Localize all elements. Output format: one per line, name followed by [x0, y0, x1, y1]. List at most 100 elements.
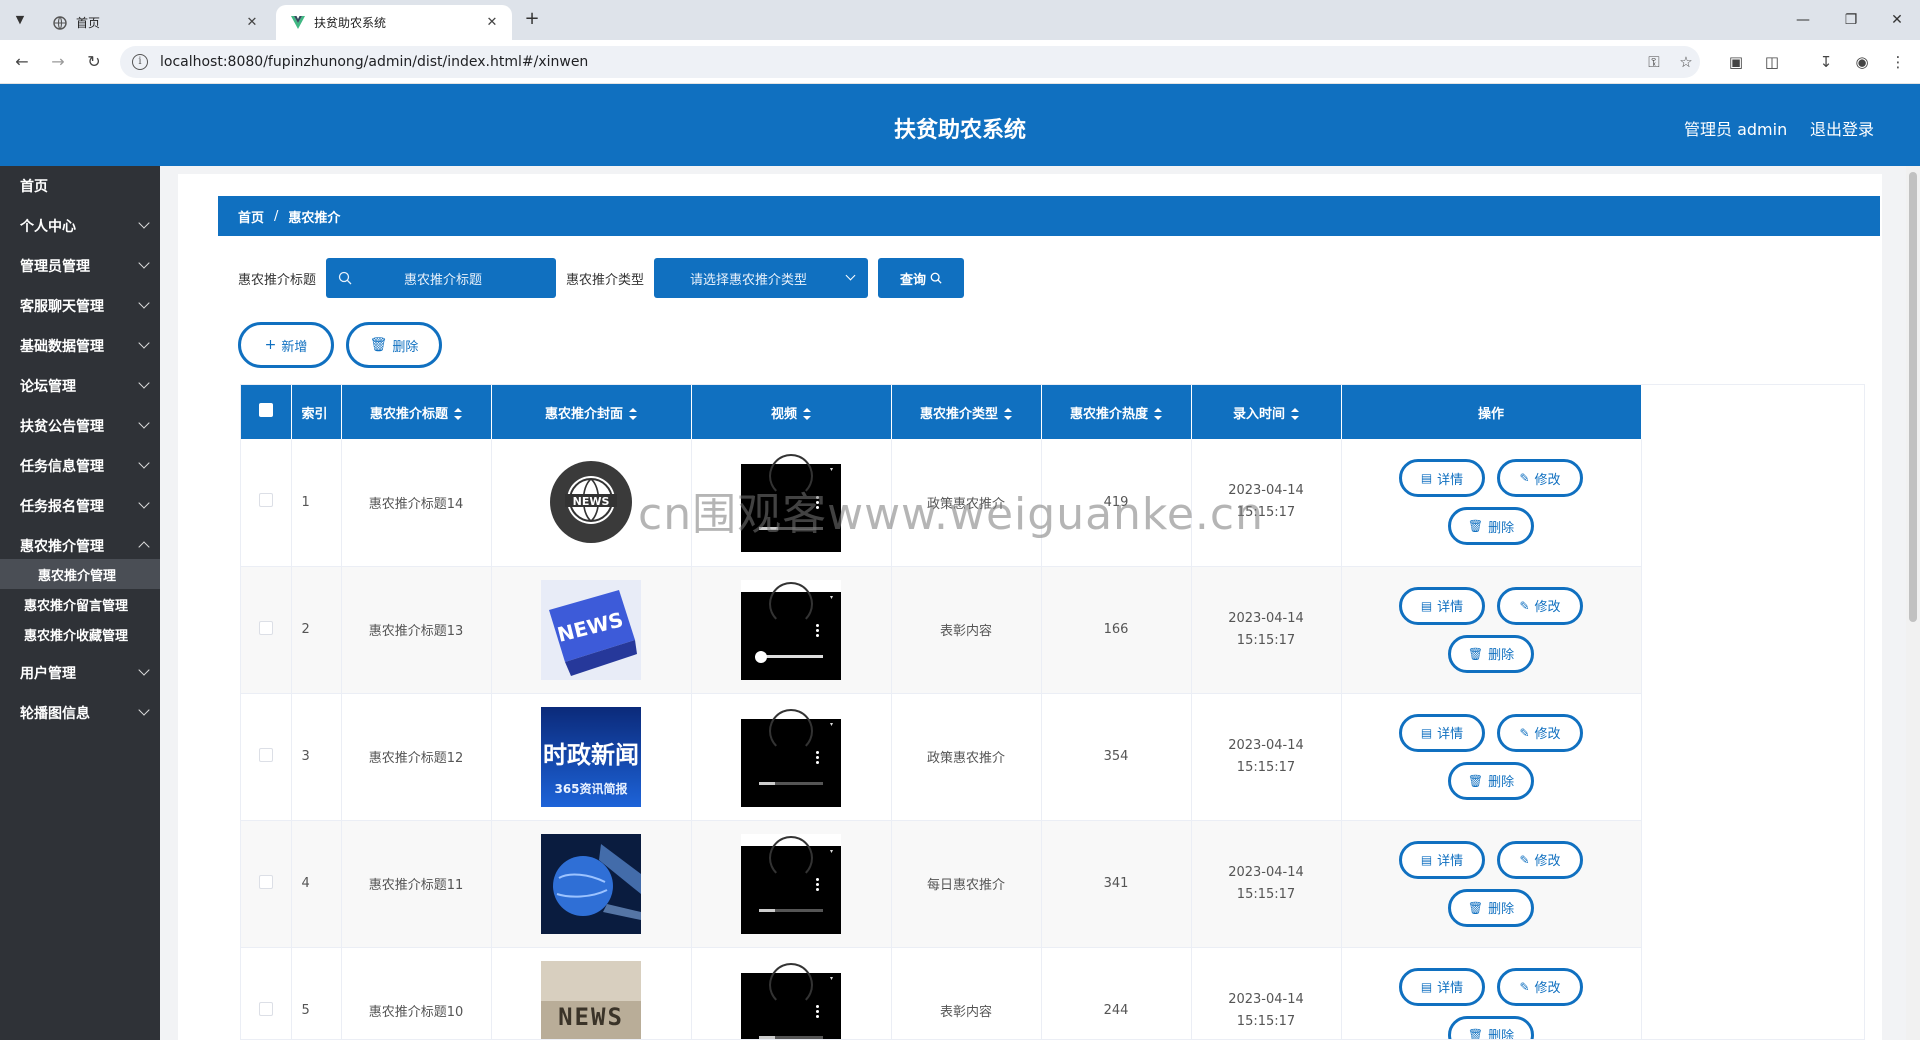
video-more-icon[interactable] [816, 877, 819, 892]
video-progress-bar[interactable] [759, 1035, 823, 1039]
site-info-icon[interactable]: i [132, 54, 148, 70]
video-player[interactable]: ▾ [741, 833, 841, 934]
reload-icon[interactable]: ↻ [80, 48, 108, 76]
video-more-icon[interactable] [816, 1004, 819, 1019]
header-select-all[interactable] [241, 385, 292, 439]
restore-icon[interactable]: ❐ [1828, 0, 1874, 40]
select-all-checkbox[interactable] [258, 403, 273, 417]
browser-tab-home[interactable]: 首页 ✕ [38, 5, 272, 40]
profile-icon[interactable]: ◉ [1848, 48, 1876, 76]
delete-button[interactable]: 🗑 删除 [1448, 634, 1534, 673]
row-select-cell[interactable] [241, 820, 292, 948]
sidebar-subitem-shoucang[interactable]: 惠农推介收藏管理 [0, 619, 160, 649]
new-tab-plus-icon[interactable]: + [520, 8, 544, 32]
header-title[interactable]: 惠农推介标题 [341, 385, 492, 439]
video-player[interactable]: ▾ [741, 706, 841, 807]
sidebar-item-personal[interactable]: 个人中心 [0, 206, 160, 246]
detail-button[interactable]: ▤ 详情 [1399, 840, 1485, 879]
detail-button[interactable]: ▤ 详情 [1399, 459, 1485, 498]
scrollbar-thumb[interactable] [1909, 172, 1917, 622]
sort-icon[interactable] [803, 408, 811, 420]
forward-arrow-icon[interactable]: → [44, 48, 72, 76]
delete-button[interactable]: 🗑 删除 [1448, 761, 1534, 800]
delete-button[interactable]: 🗑 删除 [1448, 888, 1534, 927]
add-button[interactable]: + 新增 [238, 322, 334, 368]
edit-button[interactable]: ✎ 修改 [1497, 459, 1583, 498]
cover-image[interactable]: 时政新闻 365资讯简报 [541, 706, 641, 807]
sidebar-item-forum[interactable]: 论坛管理 [0, 366, 160, 406]
address-bar[interactable]: i localhost:8080/fupinzhunong/admin/dist… [120, 46, 1700, 78]
header-cover[interactable]: 惠农推介封面 [491, 385, 692, 439]
sidebar-item-user[interactable]: 用户管理 [0, 653, 160, 693]
sidebar-subitem-liuyan[interactable]: 惠农推介留言管理 [0, 589, 160, 619]
title-search-input[interactable]: 惠农推介标题 [326, 258, 557, 298]
sidebar-item-carousel[interactable]: 轮播图信息 [0, 693, 160, 733]
row-select-cell[interactable] [241, 439, 292, 567]
header-video[interactable]: 视频 [691, 385, 892, 439]
header-type[interactable]: 惠农推介类型 [891, 385, 1042, 439]
breadcrumb-home[interactable]: 首页 [238, 207, 264, 226]
row-select-cell[interactable] [241, 947, 292, 1039]
sidebar-subitem-huinong[interactable]: 惠农推介管理 [0, 559, 160, 589]
video-more-icon[interactable] [816, 623, 819, 638]
sidebar-item-basedata[interactable]: 基础数据管理 [0, 326, 160, 366]
detail-button[interactable]: ▤ 详情 [1399, 586, 1485, 625]
type-select[interactable]: 请选择惠农推介类型 [654, 258, 869, 298]
row-select-cell[interactable] [241, 566, 292, 694]
detail-button[interactable]: ▤ 详情 [1399, 967, 1485, 1006]
logout-link[interactable]: 退出登录 [1810, 116, 1874, 140]
close-icon[interactable]: ✕ [484, 15, 500, 30]
edit-button[interactable]: ✎ 修改 [1497, 840, 1583, 879]
sort-icon[interactable] [629, 408, 637, 420]
row-checkbox[interactable] [258, 493, 273, 508]
row-checkbox[interactable] [258, 1001, 273, 1016]
sort-icon[interactable] [1154, 408, 1162, 420]
cover-image[interactable]: NEWS [541, 960, 641, 1039]
sort-icon[interactable] [1291, 408, 1299, 420]
cover-image[interactable]: NEWS [541, 452, 641, 552]
row-checkbox[interactable] [258, 874, 273, 889]
close-icon[interactable]: ✕ [244, 15, 260, 30]
detail-button[interactable]: ▤ 详情 [1399, 713, 1485, 752]
edit-button[interactable]: ✎ 修改 [1497, 586, 1583, 625]
batch-delete-button[interactable]: 🗑 删除 [346, 322, 442, 368]
query-button[interactable]: 查询 [878, 258, 965, 298]
video-scrubber-knob[interactable] [755, 650, 767, 663]
sidebar-item-admin[interactable]: 管理员管理 [0, 246, 160, 286]
delete-button[interactable]: 🗑 删除 [1448, 507, 1534, 546]
edit-button[interactable]: ✎ 修改 [1497, 713, 1583, 752]
extensions-icon[interactable]: ◫ [1758, 48, 1786, 76]
more-menu-icon[interactable]: ⋮ [1884, 48, 1912, 76]
sort-icon[interactable] [454, 408, 462, 420]
star-icon[interactable]: ☆ [1672, 48, 1700, 76]
cover-image[interactable]: NEWS [541, 579, 641, 680]
sidebar-item-notice[interactable]: 扶贫公告管理 [0, 406, 160, 446]
edit-button[interactable]: ✎ 修改 [1497, 967, 1583, 1006]
tab-search-chevron-icon[interactable]: ▼ [8, 8, 32, 32]
delete-button[interactable]: 🗑 删除 [1448, 1015, 1534, 1039]
sidebar-item-task[interactable]: 任务信息管理 [0, 446, 160, 486]
sort-icon[interactable] [1004, 408, 1012, 420]
minimize-icon[interactable]: — [1780, 0, 1826, 40]
video-progress-bar[interactable] [759, 908, 823, 912]
window-close-icon[interactable]: ✕ [1874, 0, 1920, 40]
page-scrollbar[interactable] [1906, 166, 1920, 1040]
browser-tab-app[interactable]: 扶贫助农系统 ✕ [276, 5, 512, 40]
video-progress-bar[interactable] [759, 781, 823, 785]
header-heat[interactable]: 惠农推介热度 [1041, 385, 1192, 439]
sidebar-item-home[interactable]: 首页 [0, 166, 160, 206]
row-select-cell[interactable] [241, 693, 292, 821]
video-player[interactable]: ▾ [741, 960, 841, 1039]
header-time[interactable]: 录入时间 [1191, 385, 1342, 439]
row-checkbox[interactable] [258, 620, 273, 635]
download-icon[interactable]: ↧ [1812, 48, 1840, 76]
sidebar-item-signup[interactable]: 任务报名管理 [0, 486, 160, 526]
back-arrow-icon[interactable]: ← [8, 48, 36, 76]
video-player[interactable]: ▾ [741, 579, 841, 680]
video-more-icon[interactable] [816, 750, 819, 765]
cover-image[interactable] [541, 833, 641, 934]
video-progress-bar[interactable] [759, 654, 823, 658]
crop-icon[interactable]: ▣ [1722, 48, 1750, 76]
sidebar-item-chat[interactable]: 客服聊天管理 [0, 286, 160, 326]
key-icon[interactable]: ⚿ [1640, 48, 1668, 76]
